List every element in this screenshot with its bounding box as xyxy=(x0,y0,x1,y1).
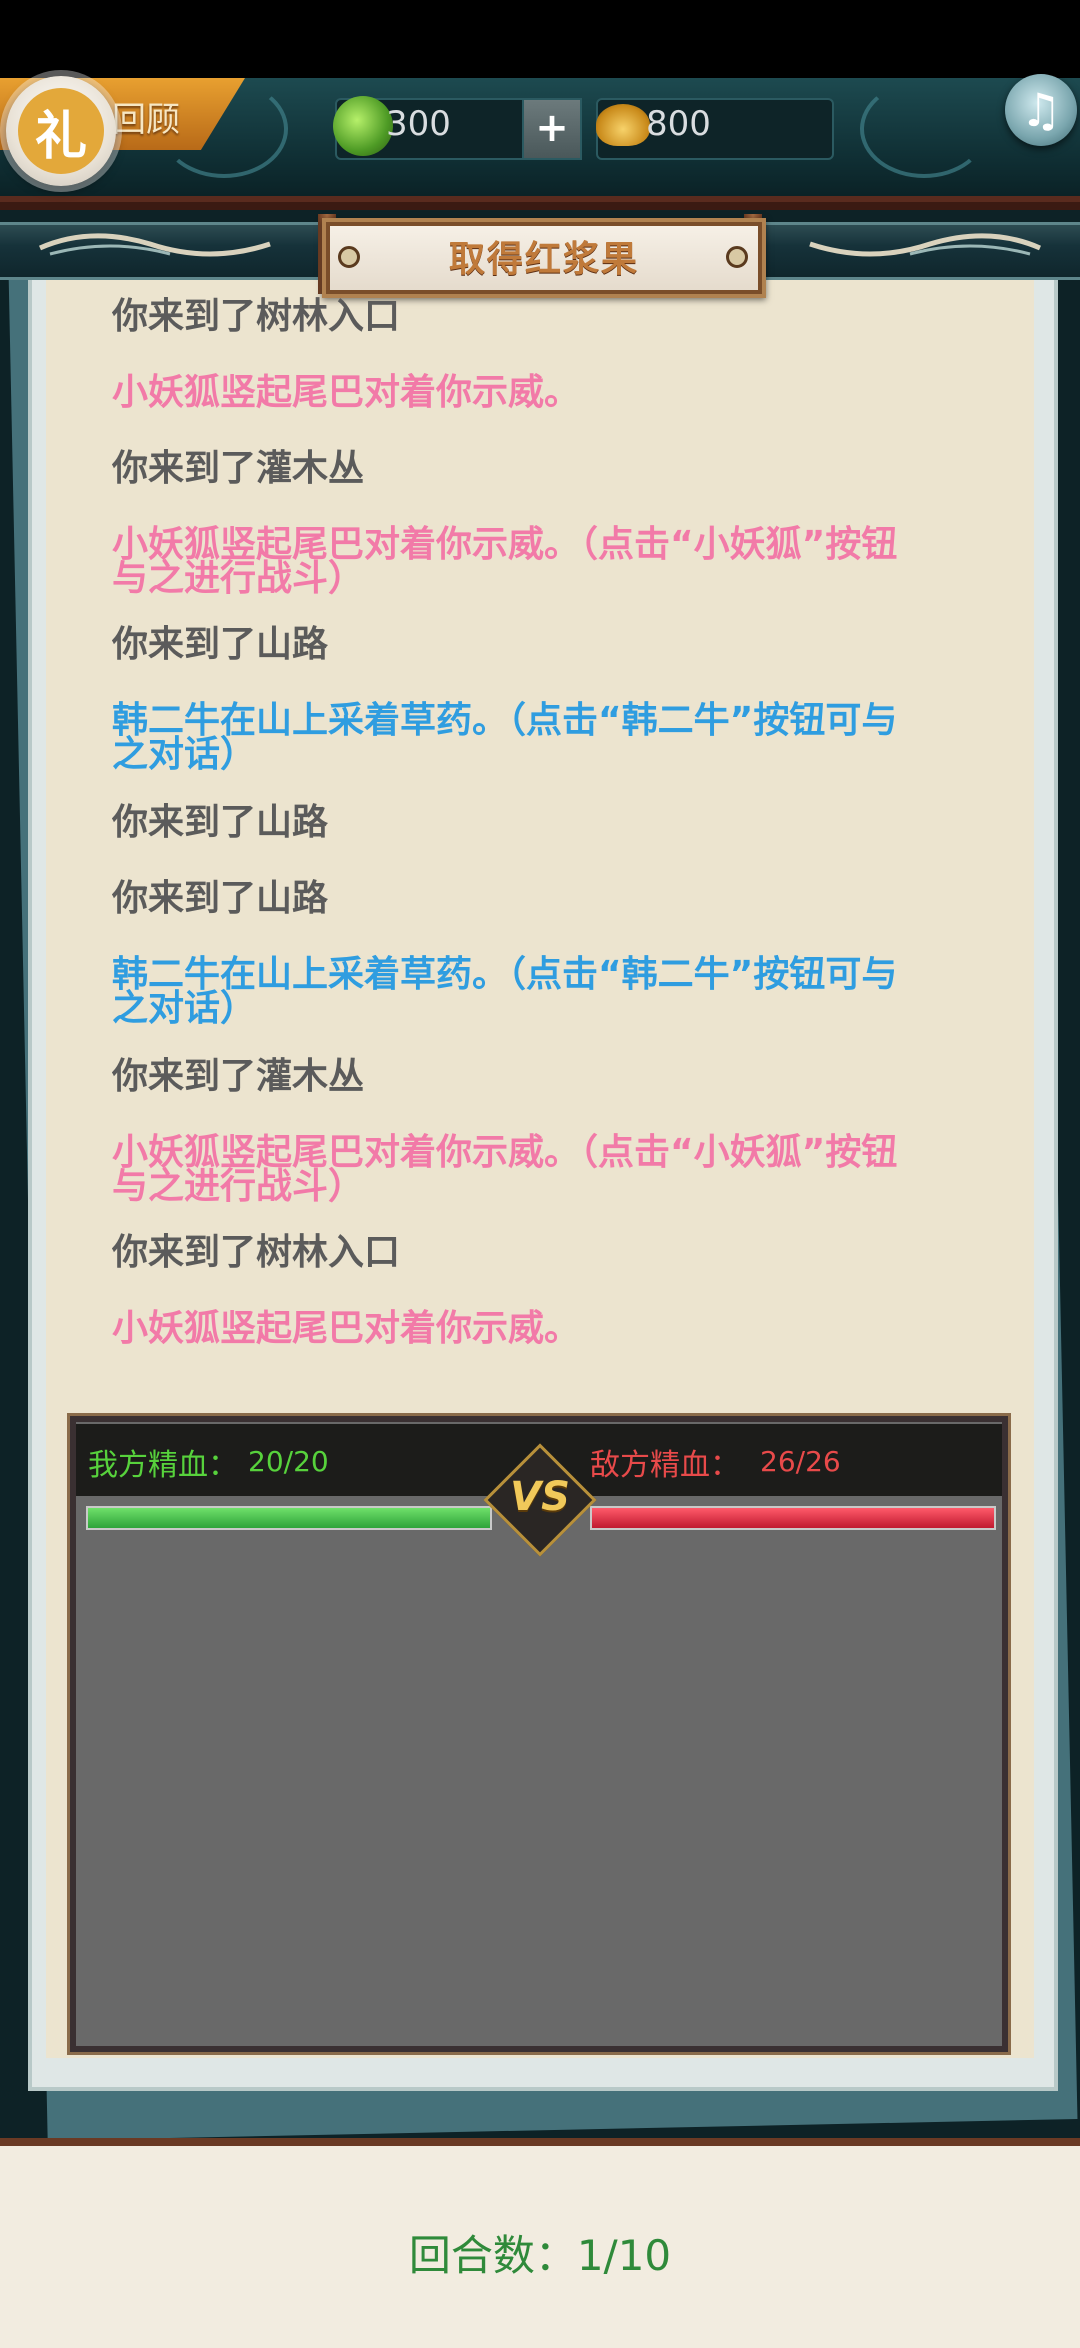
log-line: 你来到了山路 xyxy=(112,878,329,919)
rod-ornament-icon xyxy=(38,233,271,257)
rod-ornament-icon xyxy=(809,233,1042,257)
our-hp-bar-fill xyxy=(88,1508,490,1528)
log-line: 小妖狐竖起尾巴对着你示威。 xyxy=(112,372,581,413)
log-line: 与之进行战斗） xyxy=(112,558,365,599)
log-line: 你来到了灌木丛 xyxy=(112,448,365,489)
log-line: 你来到了山路 xyxy=(112,624,329,665)
vs-icon: VS xyxy=(510,1474,570,1520)
jade-coin-icon xyxy=(333,96,393,156)
enemy-hp-bar xyxy=(590,1506,996,1530)
gift-icon: 礼 xyxy=(18,88,104,174)
enemy-hp-value: 26/26 xyxy=(760,1445,841,1478)
enemy-hp-label: 敌方精血： xyxy=(590,1448,740,1483)
our-hp-value: 20/20 xyxy=(248,1445,329,1478)
music-note-icon: ♫ xyxy=(1020,83,1062,137)
our-hp-bar xyxy=(86,1506,492,1530)
music-toggle-button[interactable]: ♫ xyxy=(1005,74,1077,146)
log-line: 你来到了树林入口 xyxy=(112,1232,401,1273)
gift-button[interactable]: 礼 xyxy=(6,76,116,186)
log-line: 小妖狐竖起尾巴对着你示威。 xyxy=(112,1308,581,1349)
gold-amount: 800 xyxy=(646,104,711,144)
round-counter: 回合数：1/10 xyxy=(408,2231,672,2280)
add-currency-button[interactable]: + xyxy=(522,98,582,160)
log-line: 之对话） xyxy=(112,988,257,1029)
jade-amount: 300 xyxy=(386,104,451,144)
enemy-hp-bar-fill xyxy=(592,1508,994,1528)
review-label: 回顾 xyxy=(112,100,180,140)
log-line: 你来到了灌木丛 xyxy=(112,1056,365,1097)
log-line: 之对话） xyxy=(112,734,257,775)
status-bar xyxy=(0,0,1080,78)
event-log[interactable]: 你来到了树林入口 小妖狐竖起尾巴对着你示威。 你来到了灌木丛 小妖狐竖起尾巴对着你示威… xyxy=(112,296,972,1376)
log-line: 与之进行战斗） xyxy=(112,1166,365,1207)
log-line: 你来到了山路 xyxy=(112,802,329,843)
quest-title: 取得红浆果 xyxy=(448,239,639,280)
our-hp-label: 我方精血： xyxy=(88,1448,238,1483)
log-line: 你来到了树林入口 xyxy=(112,296,401,337)
gold-ingot-icon xyxy=(596,104,650,146)
decorative-curl-icon xyxy=(860,80,988,178)
